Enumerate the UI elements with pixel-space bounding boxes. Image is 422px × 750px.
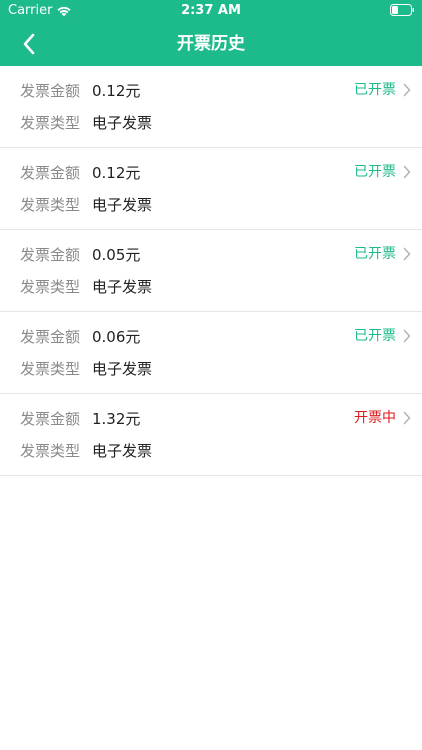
amount-value: 0.06元 <box>92 327 141 346</box>
status-badge: 已开票 <box>354 82 396 98</box>
clock: 2:37 AM <box>181 3 241 18</box>
chevron-right-icon <box>403 411 411 425</box>
status-badge: 开票中 <box>354 410 396 426</box>
amount-value: 1.32元 <box>92 409 141 428</box>
type-row: 发票类型 电子发票 <box>20 276 152 296</box>
amount-label: 发票金额 <box>20 81 81 100</box>
status-badge: 已开票 <box>354 246 396 262</box>
invoice-item[interactable]: 发票金额 0.06元 发票类型 电子发票 已开票 <box>0 312 422 394</box>
status-badge: 已开票 <box>354 328 396 344</box>
chevron-right-icon <box>403 247 411 261</box>
amount-row: 发票金额 1.32元 <box>20 408 140 428</box>
invoice-item[interactable]: 发票金额 0.12元 发票类型 电子发票 已开票 <box>0 148 422 230</box>
amount-row: 发票金额 0.12元 <box>20 80 140 100</box>
type-value: 电子发票 <box>92 441 153 460</box>
amount-row: 发票金额 0.06元 <box>20 326 140 346</box>
navigation-bar: 开票历史 <box>0 22 422 66</box>
amount-label: 发票金额 <box>20 327 81 346</box>
type-label: 发票类型 <box>20 195 81 214</box>
type-row: 发票类型 电子发票 <box>20 440 152 460</box>
amount-value: 0.12元 <box>92 163 141 182</box>
type-label: 发票类型 <box>20 277 81 296</box>
type-label: 发票类型 <box>20 359 81 378</box>
chevron-right-icon <box>403 165 411 179</box>
status-badge: 已开票 <box>354 164 396 180</box>
type-row: 发票类型 电子发票 <box>20 194 152 214</box>
type-label: 发票类型 <box>20 441 81 460</box>
app-header: Carrier 2:37 AM 开票历史 <box>0 0 422 66</box>
amount-value: 0.12元 <box>92 81 141 100</box>
amount-label: 发票金额 <box>20 245 81 264</box>
type-row: 发票类型 电子发票 <box>20 112 152 132</box>
amount-row: 发票金额 0.12元 <box>20 162 140 182</box>
invoice-item[interactable]: 发票金额 0.12元 发票类型 电子发票 已开票 <box>0 66 422 148</box>
type-value: 电子发票 <box>92 277 153 296</box>
type-value: 电子发票 <box>92 195 153 214</box>
page-title: 开票历史 <box>177 34 245 54</box>
type-row: 发票类型 电子发票 <box>20 358 152 378</box>
status-bar: Carrier 2:37 AM <box>0 0 422 22</box>
amount-row: 发票金额 0.05元 <box>20 244 140 264</box>
battery-icon <box>390 4 414 16</box>
invoice-item[interactable]: 发票金额 1.32元 发票类型 电子发票 开票中 <box>0 394 422 476</box>
type-value: 电子发票 <box>92 113 153 132</box>
type-value: 电子发票 <box>92 359 153 378</box>
amount-value: 0.05元 <box>92 245 141 264</box>
amount-label: 发票金额 <box>20 409 81 428</box>
invoice-item[interactable]: 发票金额 0.05元 发票类型 电子发票 已开票 <box>0 230 422 312</box>
type-label: 发票类型 <box>20 113 81 132</box>
amount-label: 发票金额 <box>20 163 81 182</box>
chevron-right-icon <box>403 329 411 343</box>
chevron-right-icon <box>403 83 411 97</box>
invoice-list: 发票金额 0.12元 发票类型 电子发票 已开票 发票金额 0.12元 发票类型… <box>0 66 422 476</box>
